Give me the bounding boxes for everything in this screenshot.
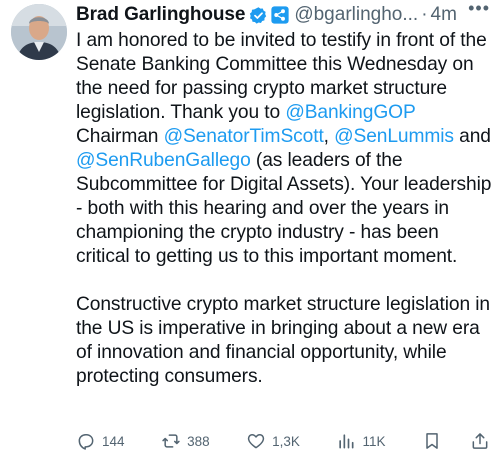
mention-link[interactable]: @SenLummis <box>334 126 454 147</box>
avatar[interactable] <box>11 4 67 60</box>
tweet-text: and <box>453 126 491 147</box>
repost-count: 388 <box>187 433 210 449</box>
share-button[interactable] <box>470 431 490 451</box>
separator-dot: · <box>421 4 428 25</box>
mention-link[interactable]: @SenatorTimScott <box>164 126 324 147</box>
ripple-affiliate-badge-icon[interactable] <box>271 6 289 24</box>
like-button[interactable]: 1,3K <box>246 431 300 451</box>
tweet-text: , <box>323 126 335 147</box>
analytics-icon <box>339 434 354 449</box>
heart-icon <box>247 434 265 449</box>
mention-link[interactable]: @SenRubenGallego <box>76 150 251 171</box>
tweet-text: Chairman <box>76 126 164 147</box>
bookmark-icon <box>426 433 438 449</box>
like-count: 1,3K <box>272 433 300 449</box>
more-options-icon[interactable]: ••• <box>468 0 490 19</box>
share-icon <box>472 433 488 449</box>
avatar-image <box>11 4 67 60</box>
verified-badge-icon[interactable] <box>249 6 268 25</box>
views-button[interactable]: 11K <box>336 431 385 451</box>
tweet-paragraph-2: Constructive crypto market structure leg… <box>76 294 490 387</box>
tweet-text: I am honored to be invited to testify in… <box>76 30 487 123</box>
reply-button[interactable]: 144 <box>76 431 125 451</box>
right-actions <box>422 431 490 451</box>
reply-count: 144 <box>102 433 125 449</box>
tweet-paragraph-1: I am honored to be invited to testify in… <box>76 29 494 269</box>
views-count: 11K <box>362 433 386 449</box>
timestamp[interactable]: 4m <box>431 4 457 26</box>
bookmark-button[interactable] <box>422 431 442 451</box>
author-name[interactable]: Brad Garlinghouse <box>76 4 245 26</box>
tweet-body: I am honored to be invited to testify in… <box>76 29 494 389</box>
reply-icon <box>78 434 94 450</box>
repost-button[interactable]: 388 <box>161 431 210 451</box>
author-handle[interactable]: @bgarlingho... <box>294 4 418 26</box>
repost-icon <box>162 434 180 448</box>
action-bar: 144 388 1,3K 11K <box>76 428 490 454</box>
tweet-header: Brad Garlinghouse @bgarlingho... · 4m ••… <box>76 0 490 28</box>
mention-link[interactable]: @BankingGOP <box>285 102 415 123</box>
